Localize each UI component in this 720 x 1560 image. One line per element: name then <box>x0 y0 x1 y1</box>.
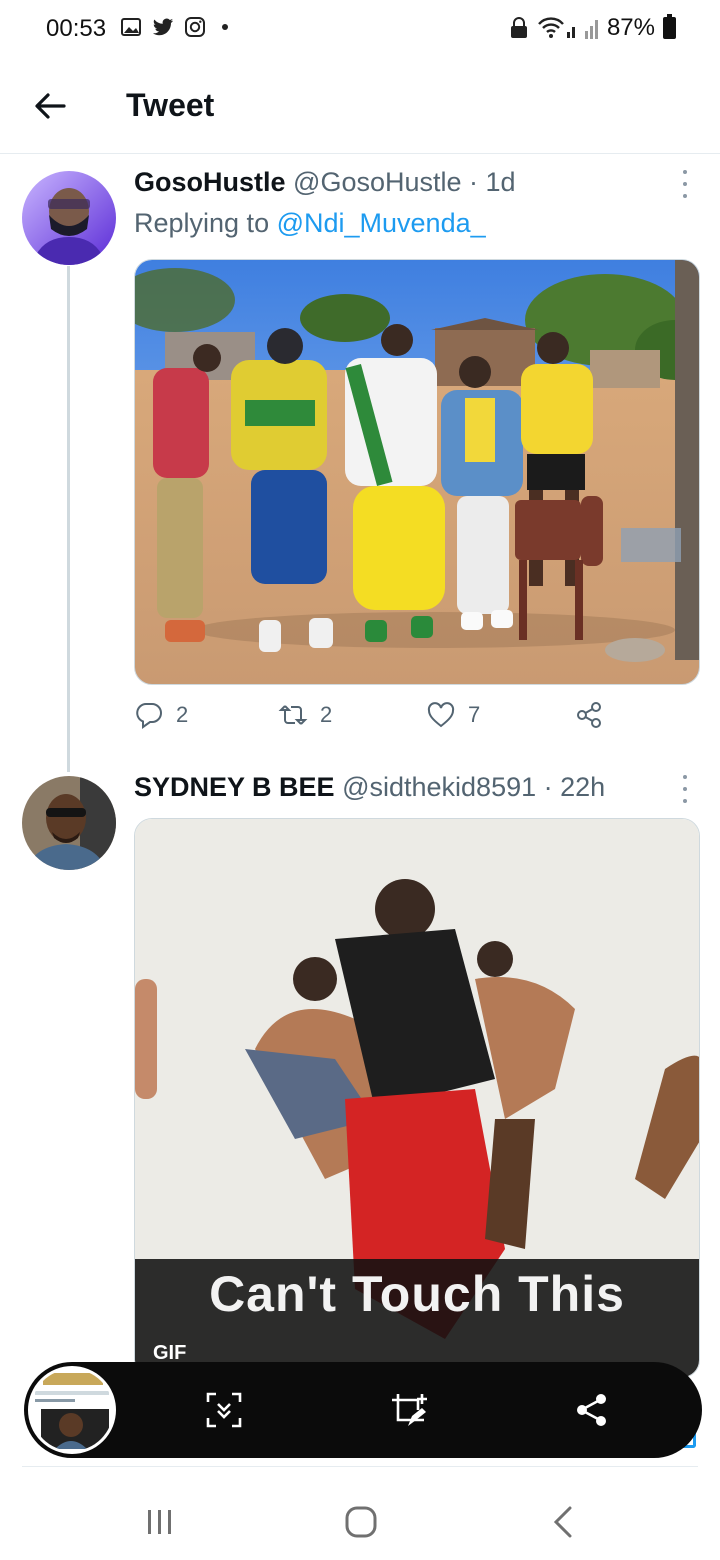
scroll-capture-icon[interactable] <box>204 1390 244 1430</box>
screenshot-thumbnail[interactable] <box>28 1366 116 1454</box>
screenshot-toolbar <box>24 1362 702 1458</box>
reply-button[interactable]: 2 <box>134 700 188 730</box>
author-name[interactable]: SYDNEY B BEE <box>134 772 335 802</box>
avatar-sidthekid[interactable] <box>22 776 116 870</box>
gif-caption: Can't Touch This <box>209 1266 625 1322</box>
home-icon[interactable] <box>341 1502 381 1542</box>
instagram-icon <box>185 17 205 37</box>
share-icon[interactable] <box>572 1390 612 1430</box>
share-icon <box>577 702 601 728</box>
status-bar: 00:53 87% <box>0 0 720 60</box>
avatar-gosohustle[interactable] <box>22 171 116 265</box>
tweet-time: · 1d <box>469 167 516 197</box>
app-header: Tweet <box>0 60 720 154</box>
signal-icon <box>584 20 598 39</box>
retweet-button[interactable]: 2 <box>278 700 332 730</box>
divider <box>22 1466 698 1467</box>
author-name[interactable]: GosoHustle <box>134 167 286 197</box>
tweet-header: GosoHustle @GosoHustle · 1d <box>134 167 516 198</box>
tweet-gif[interactable]: Can't Touch This GIF <box>134 818 700 1378</box>
twitter-icon <box>152 18 174 36</box>
retweet-count: 2 <box>320 702 333 727</box>
thread-connector <box>67 266 70 772</box>
tweet-photo[interactable] <box>134 259 700 685</box>
wifi-icon <box>538 17 575 38</box>
battery-percent: 87% <box>606 14 655 41</box>
share-button[interactable] <box>574 700 604 730</box>
reply-icon <box>136 703 162 729</box>
notification-dot <box>222 24 228 30</box>
author-handle[interactable]: @GosoHustle <box>293 167 461 197</box>
like-count: 7 <box>468 702 481 727</box>
retweet-icon <box>278 705 308 725</box>
like-button[interactable]: 7 <box>426 700 480 730</box>
more-options-icon[interactable] <box>680 170 690 198</box>
replying-to: Replying to @Ndi_Muvenda_ <box>134 208 486 239</box>
back-icon[interactable] <box>544 1502 584 1542</box>
status-time: 00:53 <box>46 15 107 42</box>
tweet-time: · 22h <box>543 772 606 802</box>
heart-icon <box>427 702 455 728</box>
tweet-actions: 2 2 7 <box>134 700 604 740</box>
tweet-header: SYDNEY B BEE @sidthekid8591 · 22h <box>134 772 605 803</box>
system-nav-bar <box>0 1480 720 1560</box>
reply-mention-link[interactable]: @Ndi_Muvenda_ <box>277 208 486 238</box>
gallery-icon <box>121 18 141 36</box>
crop-edit-icon[interactable] <box>390 1390 430 1430</box>
reply-count: 2 <box>176 702 189 727</box>
battery-icon <box>663 14 676 39</box>
replying-prefix: Replying to <box>134 208 277 238</box>
more-options-icon[interactable] <box>680 775 690 803</box>
page-title: Tweet <box>126 87 215 123</box>
lock-icon <box>510 17 527 38</box>
arrow-left-icon[interactable] <box>30 86 70 126</box>
author-handle[interactable]: @sidthekid8591 <box>342 772 536 802</box>
recent-apps-icon[interactable] <box>140 1502 180 1542</box>
